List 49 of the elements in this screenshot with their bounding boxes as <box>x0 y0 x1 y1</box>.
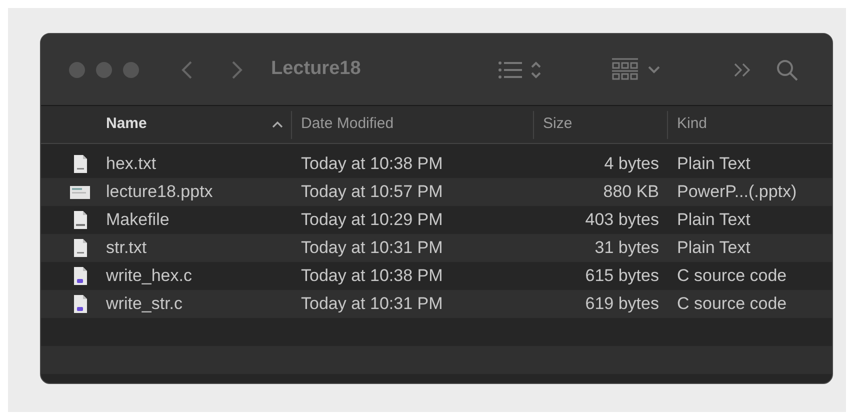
column-header[interactable]: Date Modified <box>301 113 394 136</box>
file-name[interactable]: write_str.c <box>106 291 183 317</box>
file-kind: Plain Text <box>677 210 750 230</box>
file-row[interactable]: write_str.c Today at 10:31 PM 619 bytes C source code <box>41 290 832 318</box>
date-modified: Today at 10:38 PM <box>301 266 443 286</box>
text-file-icon <box>72 238 88 258</box>
file-name[interactable]: write_hex.c <box>106 263 192 289</box>
text-file-icon <box>72 154 88 174</box>
file-size: 619 bytes <box>585 293 659 316</box>
zoom-button[interactable] <box>123 62 139 78</box>
date-modified: Today at 10:31 PM <box>301 294 443 314</box>
minimize-button[interactable] <box>96 62 112 78</box>
date-modified: Today at 10:31 PM <box>301 238 443 258</box>
back-icon[interactable] <box>181 60 193 80</box>
file-size: 4 bytes <box>604 153 659 176</box>
document-icon <box>72 210 88 230</box>
file-row[interactable]: lecture18.pptx Today at 10:57 PM 880 KB PowerP...(.pptx) <box>41 178 832 206</box>
file-size: 880 KB <box>603 181 659 204</box>
close-button[interactable] <box>69 62 85 78</box>
file-size: 403 bytes <box>585 209 659 232</box>
file-name[interactable]: Makefile <box>106 207 170 233</box>
file-kind: PowerP...(.pptx) <box>677 182 797 202</box>
file-kind: C source code <box>677 294 787 314</box>
file-row[interactable]: str.txt Today at 10:31 PM 31 bytes Plain Text <box>41 234 832 262</box>
c-source-file-icon <box>72 266 88 286</box>
date-modified: Today at 10:38 PM <box>301 154 443 174</box>
file-name[interactable]: str.txt <box>106 235 147 261</box>
c-source-file-icon <box>72 294 88 314</box>
sort-ascending-icon[interactable] <box>272 121 283 128</box>
chevron-down-icon[interactable] <box>648 66 660 74</box>
column-header[interactable]: Size <box>543 113 572 136</box>
file-kind: Plain Text <box>677 154 750 174</box>
file-name[interactable]: hex.txt <box>106 151 156 177</box>
column-header[interactable]: Name <box>106 113 147 136</box>
column-header[interactable]: Kind <box>677 113 708 136</box>
file-kind: Plain Text <box>677 238 750 258</box>
file-size: 31 bytes <box>594 237 659 260</box>
window-title: Lecture18 <box>271 57 361 82</box>
list-view-icon[interactable] <box>498 60 524 80</box>
grid-view-icon[interactable] <box>612 58 638 82</box>
more-icon[interactable] <box>734 62 752 76</box>
updown-icon[interactable] <box>530 60 542 80</box>
search-icon[interactable] <box>776 58 798 80</box>
forward-icon[interactable] <box>231 60 243 80</box>
file-name[interactable]: lecture18.pptx <box>106 179 213 205</box>
date-modified: Today at 10:57 PM <box>301 182 443 202</box>
date-modified: Today at 10:29 PM <box>301 210 443 230</box>
file-size: 615 bytes <box>585 265 659 288</box>
file-kind: C source code <box>677 266 787 286</box>
